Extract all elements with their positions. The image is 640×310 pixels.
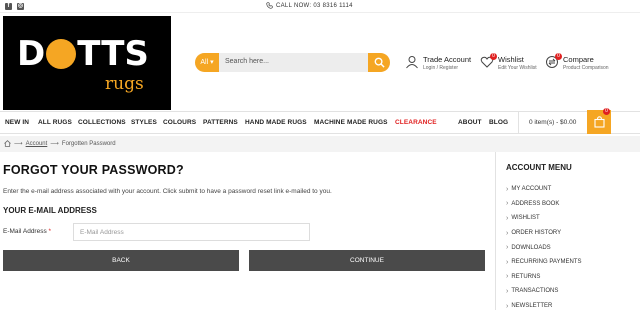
nav-colours[interactable]: COLOURS <box>163 119 196 126</box>
search-icon <box>374 57 385 68</box>
search-input[interactable]: Search here... <box>225 58 269 65</box>
compare-count-badge: 0 <box>555 53 562 60</box>
compare-sub: Product Comparison <box>563 65 609 71</box>
chevron-right-icon: › <box>506 302 509 310</box>
menu-item-order-history[interactable]: › ORDER HISTORY <box>506 226 581 241</box>
account-menu-title: ACCOUNT MENU <box>506 163 572 172</box>
continue-button[interactable]: CONTINUE <box>249 250 485 271</box>
chevron-right-icon: › <box>506 185 509 193</box>
wishlist-count-badge: 0 <box>490 53 497 60</box>
chevron-right-icon: › <box>506 214 509 222</box>
wishlist-sub: Edit Your Wishlist <box>498 65 537 71</box>
nav-patterns[interactable]: PATTERNS <box>203 119 238 126</box>
nav-machine-made-rugs[interactable]: MACHINE MADE RUGS <box>314 119 388 126</box>
call-now-text: CALL NOW: 03 8316 1114 <box>276 2 353 9</box>
search-bar: All ▾ Search here... <box>195 53 390 72</box>
breadcrumb-separator-icon: ⟶ <box>14 141 23 147</box>
trade-account-title: Trade Account <box>423 55 472 64</box>
breadcrumb-separator-icon: ⟶ <box>50 141 59 147</box>
menu-item-my-account[interactable]: › MY ACCOUNT <box>506 182 581 197</box>
trade-account-sub: Login / Register <box>423 65 459 71</box>
search-button[interactable] <box>368 53 390 72</box>
trade-account-link[interactable]: Trade Account Login / Register <box>405 55 471 71</box>
nav-clearance[interactable]: CLEARANCE <box>395 119 437 126</box>
intro-text: Enter the e-mail address associated with… <box>3 188 332 195</box>
menu-item-transactions[interactable]: › TRANSACTIONS <box>506 284 581 299</box>
chevron-right-icon: › <box>506 287 509 295</box>
required-marker: * <box>48 228 52 235</box>
email-label: E-Mail Address * <box>3 228 52 235</box>
instagram-icon[interactable]: ◎ <box>17 3 24 10</box>
chevron-right-icon: › <box>506 244 509 252</box>
breadcrumb-account[interactable]: Account <box>26 141 48 147</box>
cart-count-badge: 0 <box>603 108 610 115</box>
phone-icon <box>266 2 273 9</box>
breadcrumb: ⟶ Account ⟶ Forgotten Password <box>0 136 640 152</box>
category-select[interactable]: All ▾ <box>195 53 219 72</box>
home-icon[interactable] <box>4 140 11 147</box>
page-title: FORGOT YOUR PASSWORD? <box>3 163 184 177</box>
site-logo[interactable]: D TTS rugs <box>3 16 171 110</box>
section-heading: YOUR E-MAIL ADDRESS <box>3 206 97 215</box>
facebook-icon[interactable]: f <box>5 3 12 10</box>
wishlist-title: Wishlist <box>498 55 524 64</box>
compare-title: Compare <box>563 55 594 64</box>
menu-item-newsletter[interactable]: › NEWSLETTER <box>506 299 581 310</box>
cart-summary: 0 item(s) - $0.00 <box>529 119 577 126</box>
chevron-right-icon: › <box>506 273 509 281</box>
shopping-bag-icon <box>594 116 605 128</box>
nav-collections[interactable]: COLLECTIONS <box>78 119 126 126</box>
cart-button[interactable]: 0 item(s) - $0.00 <box>518 110 611 134</box>
nav-about[interactable]: ABOUT <box>458 119 482 126</box>
nav-hand-made-rugs[interactable]: HAND MADE RUGS <box>245 119 307 126</box>
social-links: f ◎ <box>5 3 24 10</box>
menu-item-downloads[interactable]: › DOWNLOADS <box>506 240 581 255</box>
menu-item-recurring-payments[interactable]: › RECURRING PAYMENTS <box>506 255 581 270</box>
account-menu: ACCOUNT MENU › MY ACCOUNT › ADDRESS BOOK ›… <box>495 152 640 310</box>
email-field[interactable] <box>73 223 310 241</box>
nav-styles[interactable]: STYLES <box>131 119 157 126</box>
main-nav: NEW IN ALL RUGS COLLECTIONS STYLES COLOU… <box>0 110 640 134</box>
wishlist-link[interactable]: Wishlist Edit Your Wishlist <box>480 55 537 71</box>
nav-new-in[interactable]: NEW IN <box>5 119 29 126</box>
top-bar: f ◎ CALL NOW: 03 8316 1114 <box>0 0 640 13</box>
logo-sub: rugs <box>105 74 144 94</box>
nav-all-rugs[interactable]: ALL RUGS <box>38 119 72 126</box>
menu-item-returns[interactable]: › RETURNS <box>506 270 581 285</box>
chevron-right-icon: › <box>506 200 509 208</box>
logo-o-mark <box>46 39 77 69</box>
menu-item-address-book[interactable]: › ADDRESS BOOK <box>506 197 581 212</box>
call-now[interactable]: CALL NOW: 03 8316 1114 <box>266 2 353 9</box>
breadcrumb-current[interactable]: Forgotten Password <box>62 141 116 147</box>
logo-wordmark: D TTS <box>17 34 149 74</box>
chevron-right-icon: › <box>506 258 509 266</box>
chevron-right-icon: › <box>506 229 509 237</box>
menu-item-wishlist[interactable]: › WISHLIST <box>506 211 581 226</box>
user-icon <box>406 56 418 69</box>
back-button[interactable]: BACK <box>3 250 239 271</box>
nav-blog[interactable]: BLOG <box>489 119 508 126</box>
account-menu-list: › MY ACCOUNT › ADDRESS BOOK › WISHLIST › ORD… <box>506 182 581 310</box>
